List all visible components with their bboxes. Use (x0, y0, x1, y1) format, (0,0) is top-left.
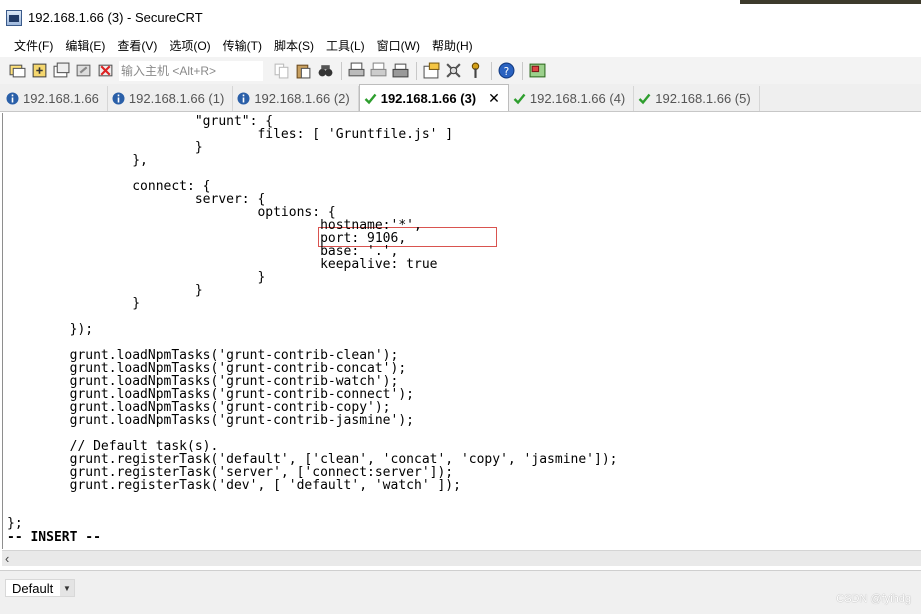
info-icon (6, 92, 19, 105)
print-icon[interactable] (390, 61, 410, 81)
check-icon (638, 92, 651, 105)
terminal-line: }; (7, 516, 23, 531)
toolbar-separator (491, 61, 492, 80)
info-icon (237, 92, 250, 105)
session-options-icon[interactable] (421, 61, 441, 81)
terminal-line: grunt.loadNpmTasks('grunt-contrib-jasmin… (7, 413, 414, 428)
print-selection-icon[interactable] (368, 61, 388, 81)
toolbar: ? (0, 57, 921, 84)
svg-text:?: ? (503, 65, 509, 78)
menu-help[interactable]: 帮助(H) (426, 36, 479, 56)
global-options-icon[interactable] (443, 61, 463, 81)
copy-icon[interactable] (271, 61, 291, 81)
connect-icon[interactable] (7, 61, 27, 81)
vim-mode-indicator: -- INSERT -- (7, 530, 101, 545)
print-screen-icon[interactable] (346, 61, 366, 81)
sftp-icon[interactable] (527, 61, 547, 81)
help-icon[interactable]: ? (496, 61, 516, 81)
menu-bar: 文件(F) 编辑(E) 查看(V) 选项(O) 传输(T) 脚本(S) 工具(L… (0, 35, 921, 57)
paste-icon[interactable] (293, 61, 313, 81)
disconnect-icon[interactable] (95, 61, 115, 81)
menu-transfer[interactable]: 传输(T) (217, 36, 268, 56)
keymap-icon[interactable] (465, 61, 485, 81)
tab-label: 192.168.1.66 (2) (254, 91, 350, 106)
find-icon[interactable] (315, 61, 335, 81)
reconnect-icon[interactable] (73, 61, 93, 81)
terminal-line: grunt.registerTask('dev', [ 'default', '… (7, 478, 461, 493)
session-selector[interactable]: Default ▼ (5, 579, 75, 597)
window-title: 192.168.1.66 (3) - SecureCRT (28, 10, 203, 25)
watermark: CSDN @fyihdg (836, 593, 911, 605)
horizontal-scrollbar[interactable]: ‹ (2, 550, 921, 566)
quick-connect-icon[interactable] (29, 61, 49, 81)
session-selector-value: Default (12, 580, 54, 596)
background-strip (740, 0, 921, 4)
close-icon[interactable]: ✕ (488, 90, 500, 107)
info-icon (112, 92, 125, 105)
session-tab[interactable]: 192.168.1.66 (2) (233, 86, 359, 111)
menu-window[interactable]: 窗口(W) (371, 36, 426, 56)
session-tab[interactable]: 192.168.1.66 (5) (634, 86, 760, 111)
status-bar: Default ▼ CSDN @fyihdg (0, 570, 921, 614)
toolbar-separator (522, 61, 523, 80)
session-tab[interactable]: 192.168.1.66 (4) (508, 86, 635, 111)
terminal-line: }, (7, 153, 148, 168)
menu-options[interactable]: 选项(O) (163, 36, 216, 56)
check-icon (513, 92, 526, 105)
toolbar-separator (416, 61, 417, 80)
session-tab[interactable]: 192.168.1.66 (1) (107, 86, 234, 111)
terminal-line: } (7, 296, 141, 311)
tab-label: 192.168.1.66 (23, 91, 99, 106)
menu-file[interactable]: 文件(F) (8, 36, 59, 56)
menu-view[interactable]: 查看(V) (111, 36, 163, 56)
terminal-line: }); (7, 322, 94, 337)
tab-label: 192.168.1.66 (4) (529, 91, 626, 106)
dropdown-arrow-icon[interactable]: ▼ (60, 580, 74, 596)
scroll-left-icon[interactable]: ‹ (5, 551, 9, 567)
menu-edit[interactable]: 编辑(E) (59, 36, 111, 56)
menu-script[interactable]: 脚本(S) (268, 36, 320, 56)
host-input[interactable] (119, 60, 263, 81)
tab-label: 192.168.1.66 (1) (128, 91, 225, 106)
connect-in-tab-icon[interactable] (51, 61, 71, 81)
terminal-view[interactable]: "grunt": { files: [ 'Gruntfile.js' ] } }… (2, 113, 921, 549)
tab-label: 192.168.1.66 (5) (655, 91, 751, 106)
session-tab-active[interactable]: 192.168.1.66 (3) ✕ (358, 84, 509, 111)
session-tab-bar: 192.168.1.66 192.168.1.66 (1) 192.168.1.… (0, 84, 921, 112)
tab-label: 192.168.1.66 (3) (380, 90, 477, 106)
session-tab[interactable]: 192.168.1.66 (2, 86, 108, 111)
toolbar-separator (341, 61, 342, 80)
check-icon (364, 92, 377, 105)
title-bar: 192.168.1.66 (3) - SecureCRT (0, 0, 921, 35)
securecrt-app-icon (6, 9, 22, 26)
menu-tools[interactable]: 工具(L) (320, 36, 371, 56)
